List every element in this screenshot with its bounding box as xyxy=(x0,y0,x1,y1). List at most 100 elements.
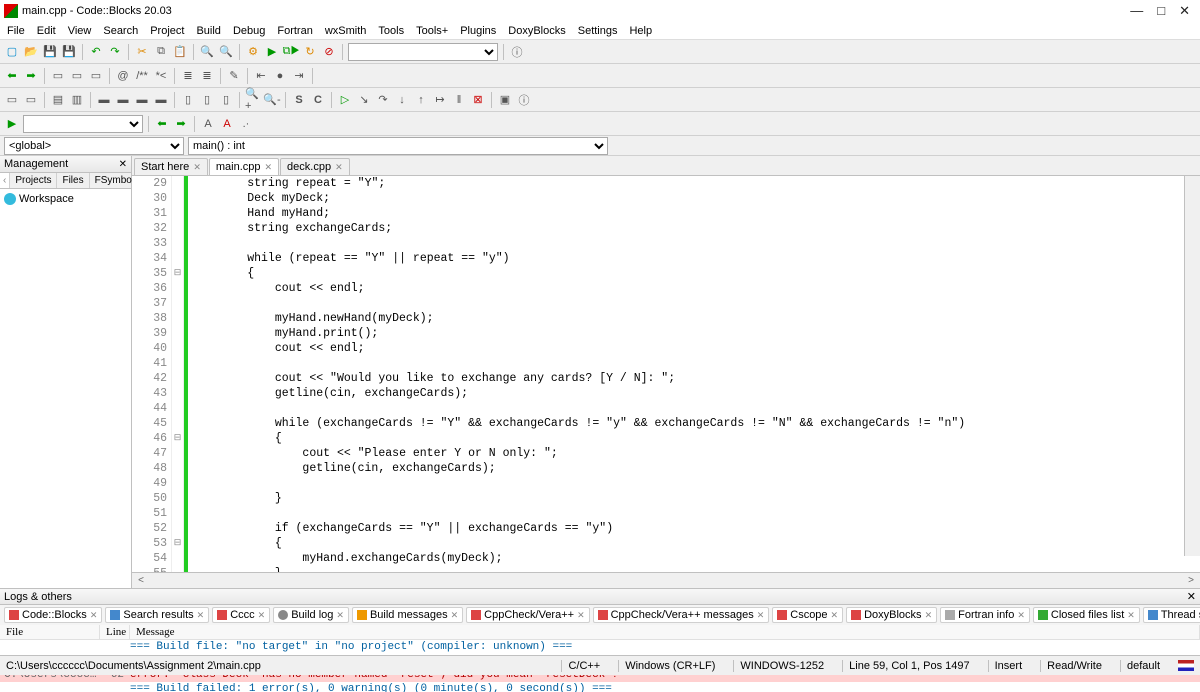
editor-tabs[interactable]: Start here✕main.cpp✕deck.cpp✕ xyxy=(132,156,1200,176)
cut-icon[interactable]: ✂ xyxy=(134,44,150,60)
menu-file[interactable]: File xyxy=(2,24,30,38)
log-row[interactable]: === Build file: "no target" in "no proje… xyxy=(0,640,1200,654)
find-icon[interactable]: 🔍 xyxy=(199,44,215,60)
code-editor[interactable]: 2930313233343536373839404142434445464748… xyxy=(132,176,1200,572)
close-icon[interactable]: ✕ xyxy=(1127,610,1135,621)
close-icon[interactable]: ✕ xyxy=(258,610,266,621)
log-row[interactable]: === Build failed: 1 error(s), 0 warning(… xyxy=(0,682,1200,692)
next-instr-icon[interactable]: ↦ xyxy=(432,92,448,108)
anchor-right-icon[interactable]: ⇥ xyxy=(291,68,307,84)
scope-func-select[interactable]: main() : int xyxy=(188,137,608,155)
stop-debug-icon[interactable]: ⊠ xyxy=(470,92,486,108)
build-run-icon[interactable]: ⧉▶ xyxy=(283,44,299,60)
logs-tabs[interactable]: Code::Blocks✕Search results✕Cccc✕Build l… xyxy=(0,605,1200,625)
menu-tools[interactable]: Tools xyxy=(373,24,409,38)
log-tab-fortran-info[interactable]: Fortran info✕ xyxy=(940,607,1030,623)
next-icon[interactable]: ➡ xyxy=(173,116,189,132)
paste-icon[interactable]: 📋 xyxy=(172,44,188,60)
pause-icon[interactable]: ‖ xyxy=(451,92,467,108)
maximize-button[interactable]: □ xyxy=(1157,3,1165,19)
dot-icon[interactable]: .· xyxy=(238,116,254,132)
save-all-icon[interactable]: 💾 xyxy=(61,44,77,60)
bookmark-next-icon[interactable]: ▭ xyxy=(88,68,104,84)
forward-icon[interactable]: ➡ xyxy=(23,68,39,84)
target-select[interactable] xyxy=(348,43,498,61)
menu-wxsmith[interactable]: wxSmith xyxy=(320,24,372,38)
abort-icon[interactable]: ⊘ xyxy=(321,44,337,60)
log-tab-cscope[interactable]: Cscope✕ xyxy=(772,607,843,623)
menu-help[interactable]: Help xyxy=(624,24,657,38)
combo-1[interactable] xyxy=(23,115,143,133)
menu-settings[interactable]: Settings xyxy=(573,24,623,38)
close-icon[interactable]: ✕ xyxy=(1017,610,1025,621)
zoom-in-icon[interactable]: 🔍+ xyxy=(245,92,261,108)
mgmt-tab-files[interactable]: Files xyxy=(57,173,89,188)
info-icon[interactable]: ⓘ xyxy=(509,44,525,60)
letter-c-icon[interactable]: C xyxy=(310,92,326,108)
mgmt-tab-projects[interactable]: Projects xyxy=(10,173,57,188)
close-icon[interactable]: ✕ xyxy=(925,610,933,621)
close-icon[interactable]: ✕ xyxy=(336,610,344,621)
log-tab-doxyblocks[interactable]: DoxyBlocks✕ xyxy=(846,607,937,623)
log-tab-thread-search[interactable]: Thread search✕ xyxy=(1143,607,1200,623)
new-file-icon[interactable]: ▢ xyxy=(4,44,20,60)
anchor-icon[interactable]: ● xyxy=(272,68,288,84)
bookmark-prev-icon[interactable]: ▭ xyxy=(69,68,85,84)
code-lines[interactable]: string repeat = "Y"; Deck myDeck; Hand m… xyxy=(188,176,1200,572)
close-icon[interactable]: ✕ xyxy=(335,162,343,173)
prev-icon[interactable]: ⬅ xyxy=(154,116,170,132)
open-icon[interactable]: 📂 xyxy=(23,44,39,60)
logs-close-icon[interactable]: ✕ xyxy=(1187,590,1196,603)
copy-icon[interactable]: ⧉ xyxy=(153,44,169,60)
log-header-message[interactable]: Message xyxy=(130,625,1200,639)
run-to-cursor-icon[interactable]: ↘ xyxy=(356,92,372,108)
bookmark-icon[interactable]: ▭ xyxy=(50,68,66,84)
debug-windows-icon[interactable]: ▣ xyxy=(497,92,513,108)
step-over-icon[interactable]: ↷ xyxy=(375,92,391,108)
log-tab-cccc[interactable]: Cccc✕ xyxy=(212,607,270,623)
col1-icon[interactable]: ▯ xyxy=(180,92,196,108)
comment2-icon[interactable]: *< xyxy=(153,68,169,84)
row2-icon[interactable]: ▬ xyxy=(115,92,131,108)
close-button[interactable]: ✕ xyxy=(1179,3,1190,19)
build-icon[interactable]: ⚙ xyxy=(245,44,261,60)
close-icon[interactable]: ✕ xyxy=(265,162,273,173)
menu-view[interactable]: View xyxy=(63,24,97,38)
back-icon[interactable]: ⬅ xyxy=(4,68,20,84)
close-icon[interactable]: ✕ xyxy=(577,610,585,621)
info-windows-icon[interactable]: ⓘ xyxy=(516,92,532,108)
text-red-icon[interactable]: A xyxy=(219,116,235,132)
comment-icon[interactable]: /** xyxy=(134,68,150,84)
editor-tab-deck-cpp[interactable]: deck.cpp✕ xyxy=(280,158,350,175)
vertical-scrollbar[interactable] xyxy=(1184,176,1200,556)
frame-icon[interactable]: ▭ xyxy=(23,92,39,108)
step-out-icon[interactable]: ↑ xyxy=(413,92,429,108)
menu-search[interactable]: Search xyxy=(98,24,143,38)
log-tab-cppcheck-vera-messages[interactable]: CppCheck/Vera++ messages✕ xyxy=(593,607,770,623)
col2-icon[interactable]: ▯ xyxy=(199,92,215,108)
minimize-button[interactable]: — xyxy=(1130,3,1143,19)
menu-edit[interactable]: Edit xyxy=(32,24,61,38)
menu-debug[interactable]: Debug xyxy=(228,24,270,38)
doxy-icon[interactable]: @ xyxy=(115,68,131,84)
editor-tab-start-here[interactable]: Start here✕ xyxy=(134,158,208,175)
log-tab-code-blocks[interactable]: Code::Blocks✕ xyxy=(4,607,102,623)
panel-icon[interactable]: ▤ xyxy=(50,92,66,108)
debug-run-icon[interactable]: ▷ xyxy=(337,92,353,108)
mgmt-tab-prev[interactable]: ‹ xyxy=(0,173,10,188)
row1-icon[interactable]: ▬ xyxy=(96,92,112,108)
highlight-icon[interactable]: ✎ xyxy=(226,68,242,84)
menu-fortran[interactable]: Fortran xyxy=(272,24,317,38)
close-icon[interactable]: ✕ xyxy=(757,610,765,621)
replace-icon[interactable]: 🔍 xyxy=(218,44,234,60)
scope-global-select[interactable]: <global> xyxy=(4,137,184,155)
management-close-icon[interactable]: ✕ xyxy=(119,159,127,170)
save-icon[interactable]: 💾 xyxy=(42,44,58,60)
editor-tab-main-cpp[interactable]: main.cpp✕ xyxy=(209,158,279,175)
menu-tools+[interactable]: Tools+ xyxy=(411,24,453,38)
run-small-icon[interactable]: ▶ xyxy=(4,116,20,132)
unindent-icon[interactable]: ≣ xyxy=(199,68,215,84)
log-header-line[interactable]: Line xyxy=(100,625,130,639)
redo-icon[interactable]: ↷ xyxy=(107,44,123,60)
log-tab-closed-files-list[interactable]: Closed files list✕ xyxy=(1033,607,1140,623)
